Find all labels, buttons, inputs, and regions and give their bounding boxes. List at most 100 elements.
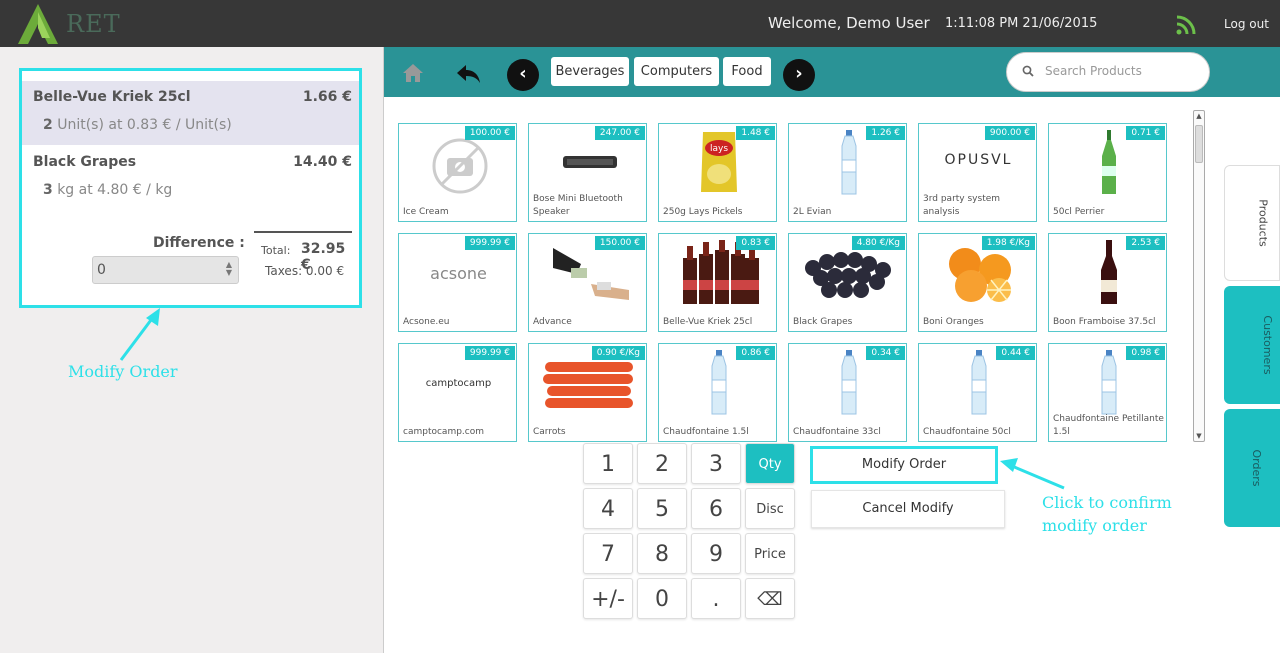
annotation-arrow-icon [1000, 458, 1065, 490]
tab-customers-label: Customers [1261, 315, 1275, 375]
product-card[interactable]: camptocamp 999.99 € camptocamp.com [398, 343, 517, 442]
numpad-key-8[interactable]: 8 [637, 533, 687, 574]
product-card[interactable]: 247.00 € Bose Mini Bluetooth Speaker [528, 123, 647, 222]
difference-label: Difference : [153, 235, 245, 251]
numpad-key-5[interactable]: 5 [637, 488, 687, 529]
product-price-badge: 4.80 €/Kg [851, 236, 905, 250]
product-name: Boon Framboise 37.5cl [1053, 317, 1156, 327]
numpad-key-9[interactable]: 9 [691, 533, 741, 574]
tab-orders-label: Orders [1250, 449, 1263, 487]
product-name: 250g Lays Pickels [663, 207, 743, 217]
connection-status-icon [1176, 15, 1196, 35]
scroll-down-icon[interactable]: ▼ [1194, 432, 1204, 440]
numpad-key-2[interactable]: 2 [637, 443, 687, 484]
order-line-detail: 3 kg at 4.80 € / kg [43, 182, 172, 198]
product-name: Belle-Vue Kriek 25cl [663, 317, 753, 327]
numpad-key-4[interactable]: 4 [583, 488, 633, 529]
product-price-badge: 999.99 € [464, 346, 515, 360]
product-price-badge: 0.86 € [736, 346, 775, 360]
order-line-detail: 2 Unit(s) at 0.83 € / Unit(s) [43, 117, 232, 133]
product-card[interactable]: 0.34 € Chaudfontaine 33cl [788, 343, 907, 442]
product-card[interactable]: 1.98 €/Kg Boni Oranges [918, 233, 1037, 332]
numpad-key-7[interactable]: 7 [583, 533, 633, 574]
category-beverages[interactable]: Beverages [551, 57, 629, 86]
spinner-icon[interactable]: ▲ ▼ [226, 261, 232, 277]
category-computers[interactable]: Computers [634, 57, 719, 86]
search-input[interactable]: Search Products [1006, 52, 1210, 92]
product-card[interactable]: 150.00 € Advance [528, 233, 647, 332]
numpad-disc-button[interactable]: Disc [745, 488, 795, 529]
numpad-price-button[interactable]: Price [745, 533, 795, 574]
product-name: Bose Mini Bluetooth Speaker [533, 194, 623, 217]
product-card[interactable]: 0.90 €/Kg Carrots [528, 343, 647, 442]
top-bar: RET Welcome, Demo User 1:11:08 PM 21/06/… [0, 0, 1280, 47]
product-card[interactable]: 0.44 € Chaudfontaine 50cl [918, 343, 1037, 442]
category-food[interactable]: Food [723, 57, 771, 86]
tab-products[interactable]: Products [1224, 165, 1280, 281]
numpad-key-6[interactable]: 6 [691, 488, 741, 529]
product-card[interactable]: 2.53 € Boon Framboise 37.5cl [1048, 233, 1167, 332]
product-price-badge: 900.00 € [984, 126, 1035, 140]
category-prev-icon[interactable]: ‹ [507, 59, 539, 91]
annotation-modify-order: Modify Order [68, 362, 178, 381]
product-price-badge: 1.98 €/Kg [981, 236, 1035, 250]
annotation-confirm-line2: modify order [1042, 516, 1147, 535]
scroll-up-icon[interactable]: ▲ [1194, 112, 1204, 120]
cancel-modify-button[interactable]: Cancel Modify [811, 490, 1005, 528]
scroll-thumb[interactable] [1195, 125, 1203, 163]
numpad-key-1[interactable]: 1 [583, 443, 633, 484]
order-panel: Belle-Vue Kriek 25cl 1.66 € 2 Unit(s) at… [19, 68, 362, 308]
product-price-badge: 999.99 € [464, 236, 515, 250]
back-icon[interactable] [456, 64, 482, 84]
product-card[interactable]: lays 1.48 € 250g Lays Pickels [658, 123, 777, 222]
product-price-badge: 0.83 € [736, 236, 775, 250]
tab-customers[interactable]: Customers [1224, 286, 1280, 404]
product-name: Advance [533, 317, 572, 327]
search-placeholder: Search Products [1045, 64, 1142, 78]
product-card[interactable]: 0.86 € Chaudfontaine 1.5l [658, 343, 777, 442]
product-price-badge: 0.44 € [996, 346, 1035, 360]
home-icon[interactable] [402, 63, 424, 83]
numpad-sign-button[interactable]: +/- [583, 578, 633, 619]
numpad-key-0[interactable]: 0 [637, 578, 687, 619]
product-card[interactable]: 100.00 € Ice Cream [398, 123, 517, 222]
total-divider [254, 231, 352, 233]
order-line-name: Belle-Vue Kriek 25cl [33, 89, 191, 105]
order-line-price: 14.40 € [293, 154, 352, 170]
backspace-icon[interactable]: ⌫ [745, 578, 795, 619]
category-next-icon[interactable]: › [783, 59, 815, 91]
product-card[interactable]: OPUSVL 900.00 € 3rd party system analysis [918, 123, 1037, 222]
modify-order-button[interactable]: Modify Order [810, 446, 998, 484]
numpad-qty-button[interactable]: Qty [745, 443, 795, 484]
order-line-qty: 2 [43, 117, 53, 133]
numpad-decimal-button[interactable]: . [691, 578, 741, 619]
product-price-badge: 247.00 € [594, 126, 645, 140]
product-price-badge: 2.53 € [1126, 236, 1165, 250]
product-card[interactable]: acsone 999.99 € Acsone.eu [398, 233, 517, 332]
tab-orders[interactable]: Orders [1224, 409, 1280, 527]
product-price-badge: 100.00 € [464, 126, 515, 140]
order-line[interactable]: Black Grapes 14.40 € 3 kg at 4.80 € / kg [22, 146, 359, 210]
product-scrollbar[interactable]: ▲ ▼ [1193, 110, 1205, 442]
product-card[interactable]: 0.98 € Chaudfontaine Petillante 1.5l [1048, 343, 1167, 442]
product-card[interactable]: 0.83 € Belle-Vue Kriek 25cl [658, 233, 777, 332]
order-line-unit: Unit(s) at 0.83 € / Unit(s) [57, 117, 232, 133]
product-card[interactable]: 4.80 €/Kg Black Grapes [788, 233, 907, 332]
numpad-key-3[interactable]: 3 [691, 443, 741, 484]
welcome-text: Welcome, Demo User [768, 14, 930, 32]
difference-value: 0 [97, 262, 106, 278]
annotation-confirm-line1: Click to confirm [1042, 493, 1172, 512]
difference-input[interactable]: 0 ▲ ▼ [92, 256, 239, 284]
product-price-badge: 0.71 € [1126, 126, 1165, 140]
product-price-badge: 1.48 € [736, 126, 775, 140]
product-price-badge: 0.34 € [866, 346, 905, 360]
logout-link[interactable]: Log out [1224, 17, 1269, 31]
product-logo-text: OPUSVL [944, 152, 1013, 168]
logo-text: RET [66, 10, 121, 38]
product-card[interactable]: 1.26 € 2L Evian [788, 123, 907, 222]
order-line-name: Black Grapes [33, 154, 137, 170]
product-price-badge: 150.00 € [594, 236, 645, 250]
order-line[interactable]: Belle-Vue Kriek 25cl 1.66 € 2 Unit(s) at… [22, 81, 359, 145]
annotation-confirm: Click to confirm modify order [1042, 491, 1172, 537]
product-card[interactable]: 0.71 € 50cl Perrier [1048, 123, 1167, 222]
